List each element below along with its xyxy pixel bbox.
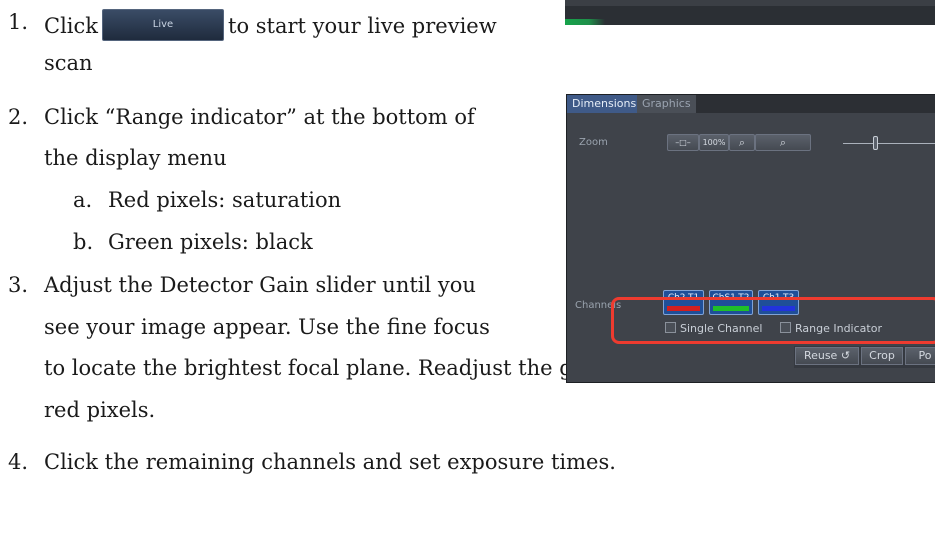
document-page: 1. Click Live to start your live preview s… — [0, 0, 935, 542]
range-indicator-highlight — [611, 297, 935, 344]
step-1-number: 1. — [8, 10, 29, 34]
tab-graphics[interactable]: Graphics — [637, 95, 696, 113]
step-3-line-1: Adjust the Detector Gain slider until yo… — [44, 273, 476, 297]
panel-tab-bar: Dimensions Graphics — [567, 95, 935, 113]
crop-button[interactable]: Crop — [861, 347, 903, 365]
step-1-line-1: Click Live to start your live preview — [44, 9, 497, 41]
step-2-line-1: Click “Range indicator” at the bottom of — [44, 105, 475, 129]
reuse-button[interactable]: Reuse ↺ — [795, 347, 859, 365]
substep-b-text: Green pixels: black — [108, 230, 313, 254]
live-button-label: Live — [152, 19, 174, 30]
zoom-slider-thumb[interactable] — [873, 136, 878, 150]
preview-screenshot-strip — [565, 0, 935, 25]
substep-b-letter: b. — [73, 230, 94, 254]
substep-a-letter: a. — [73, 188, 93, 212]
step-1-after: to start your live preview — [228, 14, 497, 38]
tab-dimensions[interactable]: Dimensions — [567, 95, 642, 113]
step-3-line-4: red pixels. — [44, 398, 156, 422]
step-1-line-2: scan — [44, 51, 93, 75]
position-button[interactable]: Po — [905, 347, 935, 365]
step-4-line-1: Click the remaining channels and set exp… — [44, 450, 616, 474]
zoom-out-button[interactable]: ⌕ — [755, 134, 811, 151]
step-4-number: 4. — [8, 450, 29, 474]
zoom-fit-button[interactable]: –□– — [667, 134, 699, 151]
step-2-line-2: the display menu — [44, 146, 227, 170]
step-2-number: 2. — [8, 105, 29, 129]
zoom-in-button[interactable]: ⌕ — [729, 134, 755, 151]
zoom-slider-track[interactable] — [843, 143, 935, 144]
live-button[interactable]: Live — [102, 9, 224, 41]
zoom-label: Zoom — [579, 137, 608, 148]
substep-a-text: Red pixels: saturation — [108, 188, 342, 212]
strip-bar — [565, 0, 935, 6]
step-3-line-2: see your image appear. Use the fine focu… — [44, 315, 490, 339]
strip-glow — [565, 19, 605, 25]
zoom-100-button[interactable]: 100% — [699, 134, 729, 151]
step-1-before: Click — [44, 14, 98, 38]
step-3-number: 3. — [8, 273, 29, 297]
